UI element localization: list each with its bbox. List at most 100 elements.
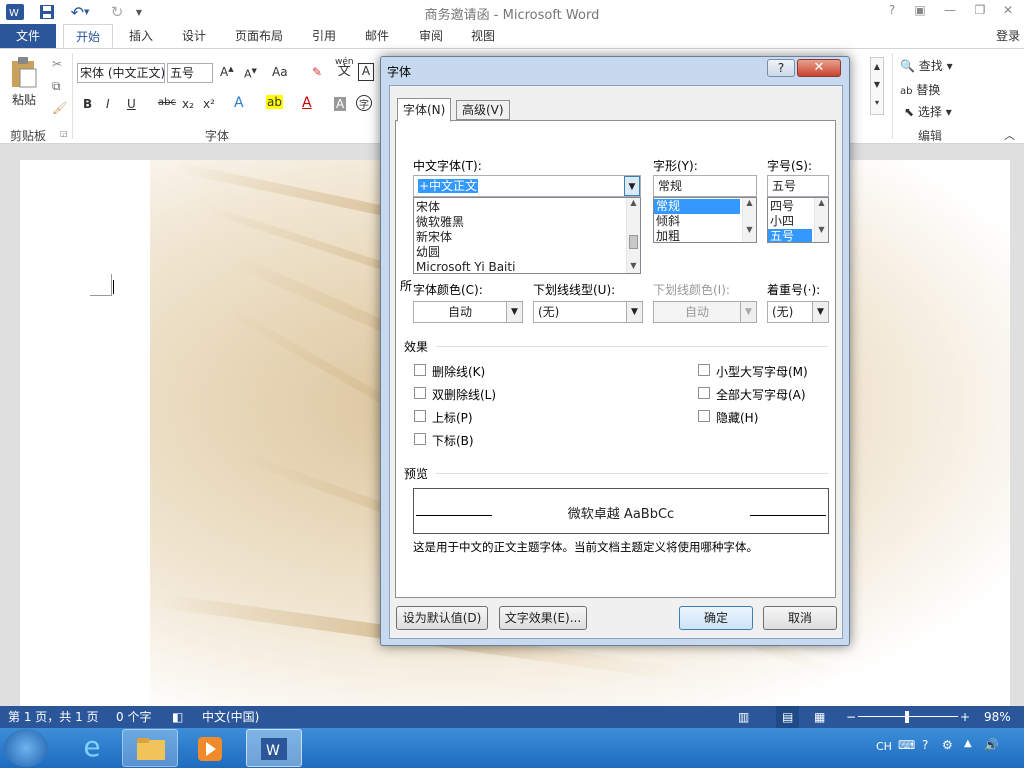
tab-advanced[interactable]: 高级(V)	[456, 100, 510, 120]
all-caps-checkbox[interactable]	[698, 387, 710, 399]
emphasis-combo[interactable]: (无) ▼	[767, 301, 829, 323]
cut-icon[interactable]: ✂	[52, 57, 62, 71]
list-item[interactable]: 新宋体	[414, 230, 640, 245]
phonetic-guide-button[interactable]: wén 文	[335, 57, 354, 78]
subscript-checkbox[interactable]	[414, 433, 426, 445]
font-name-select[interactable]: 宋体 (中文正文)	[77, 63, 165, 83]
copy-icon[interactable]: ⧉	[52, 79, 61, 94]
tab-view[interactable]: 视图	[463, 24, 503, 48]
style-list-scrollbar[interactable]: ▲ ▼	[742, 198, 756, 242]
tab-font[interactable]: 字体(N)	[397, 98, 452, 122]
zoom-slider-thumb[interactable]	[904, 711, 909, 723]
tab-file[interactable]: 文件	[0, 24, 56, 48]
ie-icon[interactable]: e	[64, 729, 120, 767]
tab-references[interactable]: 引用	[304, 24, 344, 48]
shrink-font-button[interactable]: A▼	[244, 67, 257, 81]
tab-mailings[interactable]: 邮件	[357, 24, 397, 48]
list-item[interactable]: Microsoft Yi Baiti	[414, 260, 640, 273]
page-count[interactable]: 第 1 页，共 1 页	[8, 706, 99, 728]
chevron-down-icon[interactable]: ▼	[624, 176, 640, 196]
size-list[interactable]: 四号 小四 五号 ▲ ▼	[767, 197, 829, 243]
start-button[interactable]	[4, 729, 48, 767]
login-link[interactable]: 登录	[996, 24, 1020, 48]
size-field[interactable]: 五号	[767, 175, 829, 197]
clear-format-icon[interactable]: ✎	[312, 65, 322, 79]
cn-font-list[interactable]: 宋体 微软雅黑 新宋体 幼圆 Microsoft Yi Baiti ▲ ▼	[413, 197, 641, 274]
keyboard-icon[interactable]: ⌨	[898, 738, 915, 752]
print-layout-icon[interactable]: ▤	[776, 706, 800, 728]
explorer-icon[interactable]	[122, 729, 178, 767]
dialog-close-button[interactable]: ✕	[797, 59, 841, 77]
small-caps-checkbox[interactable]	[698, 364, 710, 376]
minimize-button[interactable]: —	[940, 3, 960, 21]
list-item[interactable]: 倾斜	[654, 214, 756, 229]
tab-layout[interactable]: 页面布局	[228, 24, 290, 48]
settings-tray-icon[interactable]: ⚙	[942, 738, 953, 752]
chevron-down-icon[interactable]: ▼	[740, 302, 756, 322]
hidden-checkbox[interactable]	[698, 410, 710, 422]
close-window-button[interactable]: ✕	[998, 3, 1018, 21]
zoom-out-button[interactable]: −	[846, 706, 856, 728]
tab-home[interactable]: 开始	[63, 24, 113, 48]
grow-font-button[interactable]: A▲	[220, 65, 234, 79]
style-list[interactable]: 常规 倾斜 加粗 ▲ ▼	[653, 197, 757, 243]
media-player-icon[interactable]	[184, 729, 240, 767]
cn-font-combo[interactable]: +中文正文 ▼	[413, 175, 641, 197]
format-painter-icon[interactable]: 🖌	[52, 101, 67, 115]
chevron-down-icon[interactable]: ▼	[626, 302, 642, 322]
highlight-button[interactable]: ab	[266, 95, 283, 109]
dialog-help-button[interactable]: ?	[767, 59, 795, 77]
subscript-button[interactable]: x₂	[182, 97, 194, 111]
double-strikethrough-checkbox[interactable]	[414, 387, 426, 399]
proofing-icon[interactable]: ◧	[172, 706, 183, 728]
web-layout-icon[interactable]: ▦	[814, 706, 825, 728]
size-list-scrollbar[interactable]: ▲ ▼	[814, 198, 828, 242]
ok-button[interactable]: 确定	[679, 606, 753, 630]
help-tray-icon[interactable]: ?	[922, 738, 928, 752]
font-color-button[interactable]: A	[302, 95, 312, 111]
word-taskbar-icon[interactable]: W	[246, 729, 302, 767]
zoom-level[interactable]: 98%	[984, 706, 1011, 728]
underline-color-combo[interactable]: 自动 ▼	[653, 301, 757, 323]
tab-design[interactable]: 设计	[174, 24, 214, 48]
list-item[interactable]: 加粗	[654, 229, 756, 242]
clipboard-launcher-icon[interactable]: ◲	[60, 129, 68, 138]
font-color-combo[interactable]: 自动 ▼	[413, 301, 523, 323]
list-item[interactable]: 五号	[768, 229, 812, 242]
bold-button[interactable]: B	[83, 97, 92, 111]
underline-style-combo[interactable]: (无) ▼	[533, 301, 643, 323]
strikethrough-button[interactable]: abc	[158, 97, 176, 108]
list-item[interactable]: 宋体	[414, 200, 640, 215]
chevron-down-icon[interactable]: ▼	[812, 302, 828, 322]
superscript-checkbox[interactable]	[414, 410, 426, 422]
strikethrough-checkbox[interactable]	[414, 364, 426, 376]
tab-review[interactable]: 审阅	[411, 24, 451, 48]
text-effects-dialog-button[interactable]: 文字效果(E)...	[499, 606, 587, 630]
list-item[interactable]: 幼圆	[414, 245, 640, 260]
help-button[interactable]: ?	[882, 3, 902, 21]
word-count[interactable]: 0 个字	[116, 706, 151, 728]
italic-button[interactable]: I	[106, 97, 110, 111]
underline-button[interactable]: U	[127, 97, 136, 111]
zoom-in-button[interactable]: +	[960, 706, 970, 728]
list-item[interactable]: 微软雅黑	[414, 215, 640, 230]
styles-scroll[interactable]: ▲ ▼ ▾	[870, 57, 884, 115]
text-effects-button[interactable]: A	[234, 95, 244, 111]
set-default-button[interactable]: 设为默认值(D)	[396, 606, 488, 630]
ribbon-options-icon[interactable]: ▣	[910, 3, 930, 21]
language[interactable]: 中文(中国)	[202, 706, 259, 728]
font-size-select[interactable]: 五号	[167, 63, 213, 83]
style-field[interactable]: 常规	[653, 175, 757, 197]
select-button[interactable]: ⬉ 选择 ▾	[904, 103, 952, 120]
chevron-down-icon[interactable]: ▼	[506, 302, 522, 322]
input-lang[interactable]: CH	[876, 740, 892, 753]
read-mode-icon[interactable]: ▥	[738, 706, 749, 728]
restore-button[interactable]: ❐	[970, 3, 990, 21]
tray-expand-icon[interactable]: ▲	[964, 738, 972, 749]
enclose-char-button[interactable]: 字	[356, 95, 372, 111]
char-shading-button[interactable]: A	[334, 97, 347, 111]
superscript-button[interactable]: x²	[203, 97, 215, 111]
cancel-button[interactable]: 取消	[763, 606, 837, 630]
replace-button[interactable]: ab 替换	[900, 81, 940, 98]
char-border-button[interactable]: A	[358, 63, 374, 81]
